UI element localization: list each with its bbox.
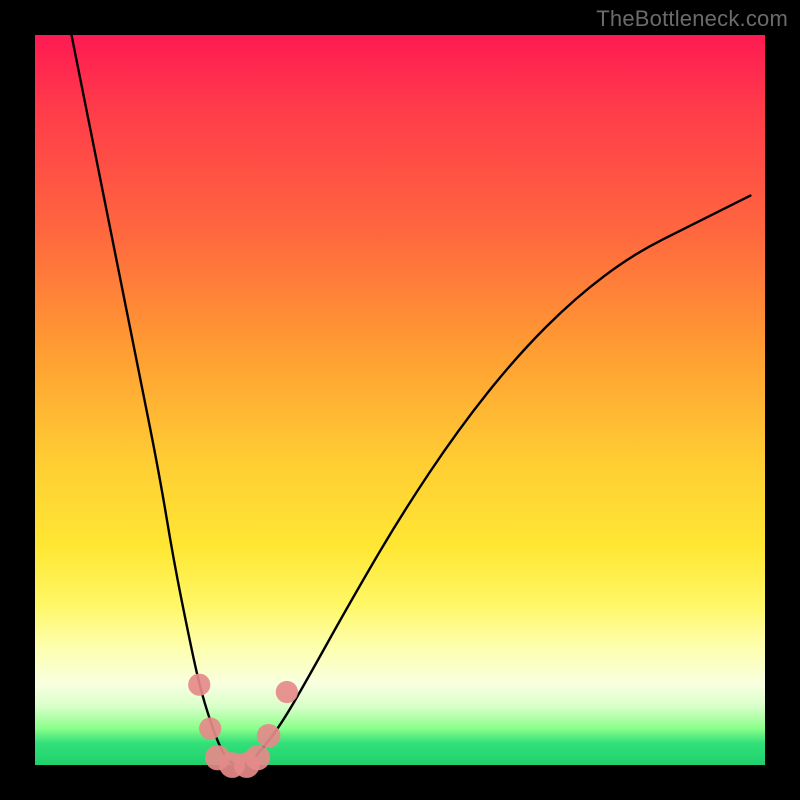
- curve-layer: [35, 35, 765, 765]
- plot-area: [35, 35, 765, 765]
- highlight-dot: [199, 717, 221, 739]
- highlight-dot: [276, 681, 298, 703]
- watermark-text: TheBottleneck.com: [596, 6, 788, 32]
- highlight-dot: [245, 745, 270, 770]
- highlight-dot: [188, 674, 210, 696]
- chart-frame: TheBottleneck.com: [0, 0, 800, 800]
- highlight-dot: [257, 724, 281, 748]
- bottleneck-curve: [72, 35, 751, 765]
- highlight-dots: [188, 674, 298, 778]
